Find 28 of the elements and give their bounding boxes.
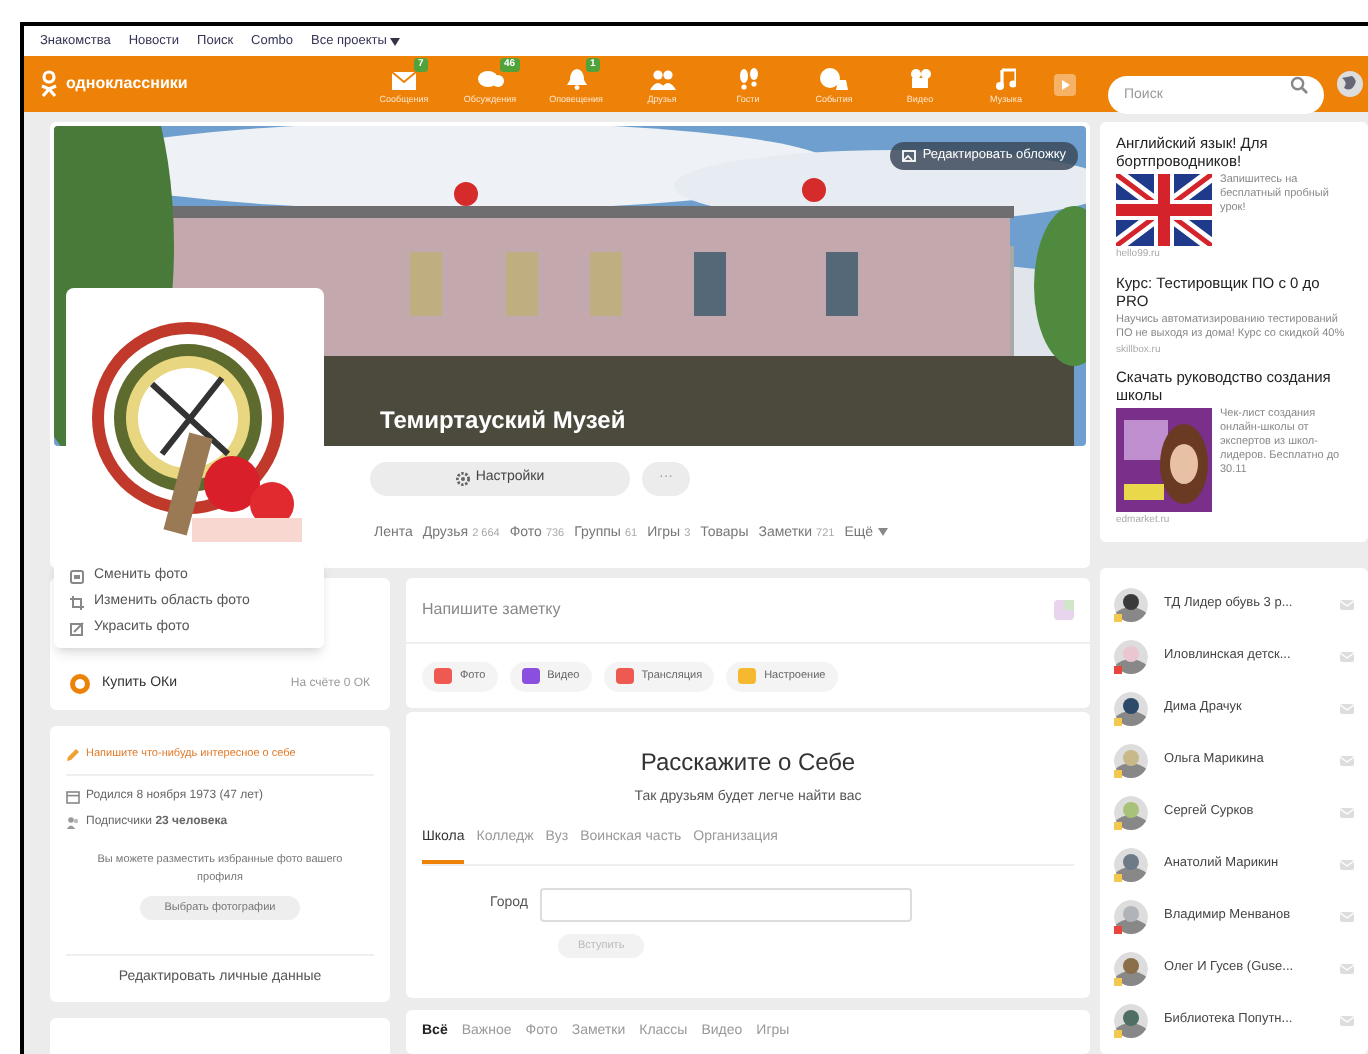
- music-note-icon: [996, 68, 1016, 91]
- photo-icon: [70, 570, 84, 584]
- image-icon: [902, 150, 917, 162]
- calendar-icon: [66, 790, 80, 805]
- crop-icon: [70, 596, 84, 610]
- play-icon[interactable]: [1054, 73, 1076, 95]
- logo-icon[interactable]: [40, 70, 58, 98]
- decorate-icon: [70, 622, 84, 636]
- logo-text[interactable]: одноклассники: [66, 72, 188, 96]
- search-icon[interactable]: [1290, 75, 1308, 93]
- envelope-icon: [392, 72, 416, 91]
- caret-icon: [390, 37, 401, 45]
- coin-icon: [70, 674, 90, 694]
- bell-icon: [565, 68, 587, 91]
- followers-icon: [66, 816, 80, 831]
- events-icon: [820, 68, 848, 91]
- chat-bubbles-icon: [477, 70, 503, 91]
- video-camera-icon: [907, 68, 933, 91]
- profile-name: Темиртауский Музей: [380, 404, 626, 438]
- city-field[interactable]: [539, 888, 912, 922]
- people-icon: [649, 70, 675, 91]
- globe-icon[interactable]: [1336, 70, 1364, 98]
- pencil-icon: [66, 747, 80, 762]
- footprints-icon: [737, 68, 759, 91]
- gear-icon: [455, 472, 470, 486]
- caret-icon: [877, 528, 888, 536]
- note-field[interactable]: Напишите заметку: [422, 598, 1054, 622]
- form-title: Расскажите о Себе: [638, 746, 858, 780]
